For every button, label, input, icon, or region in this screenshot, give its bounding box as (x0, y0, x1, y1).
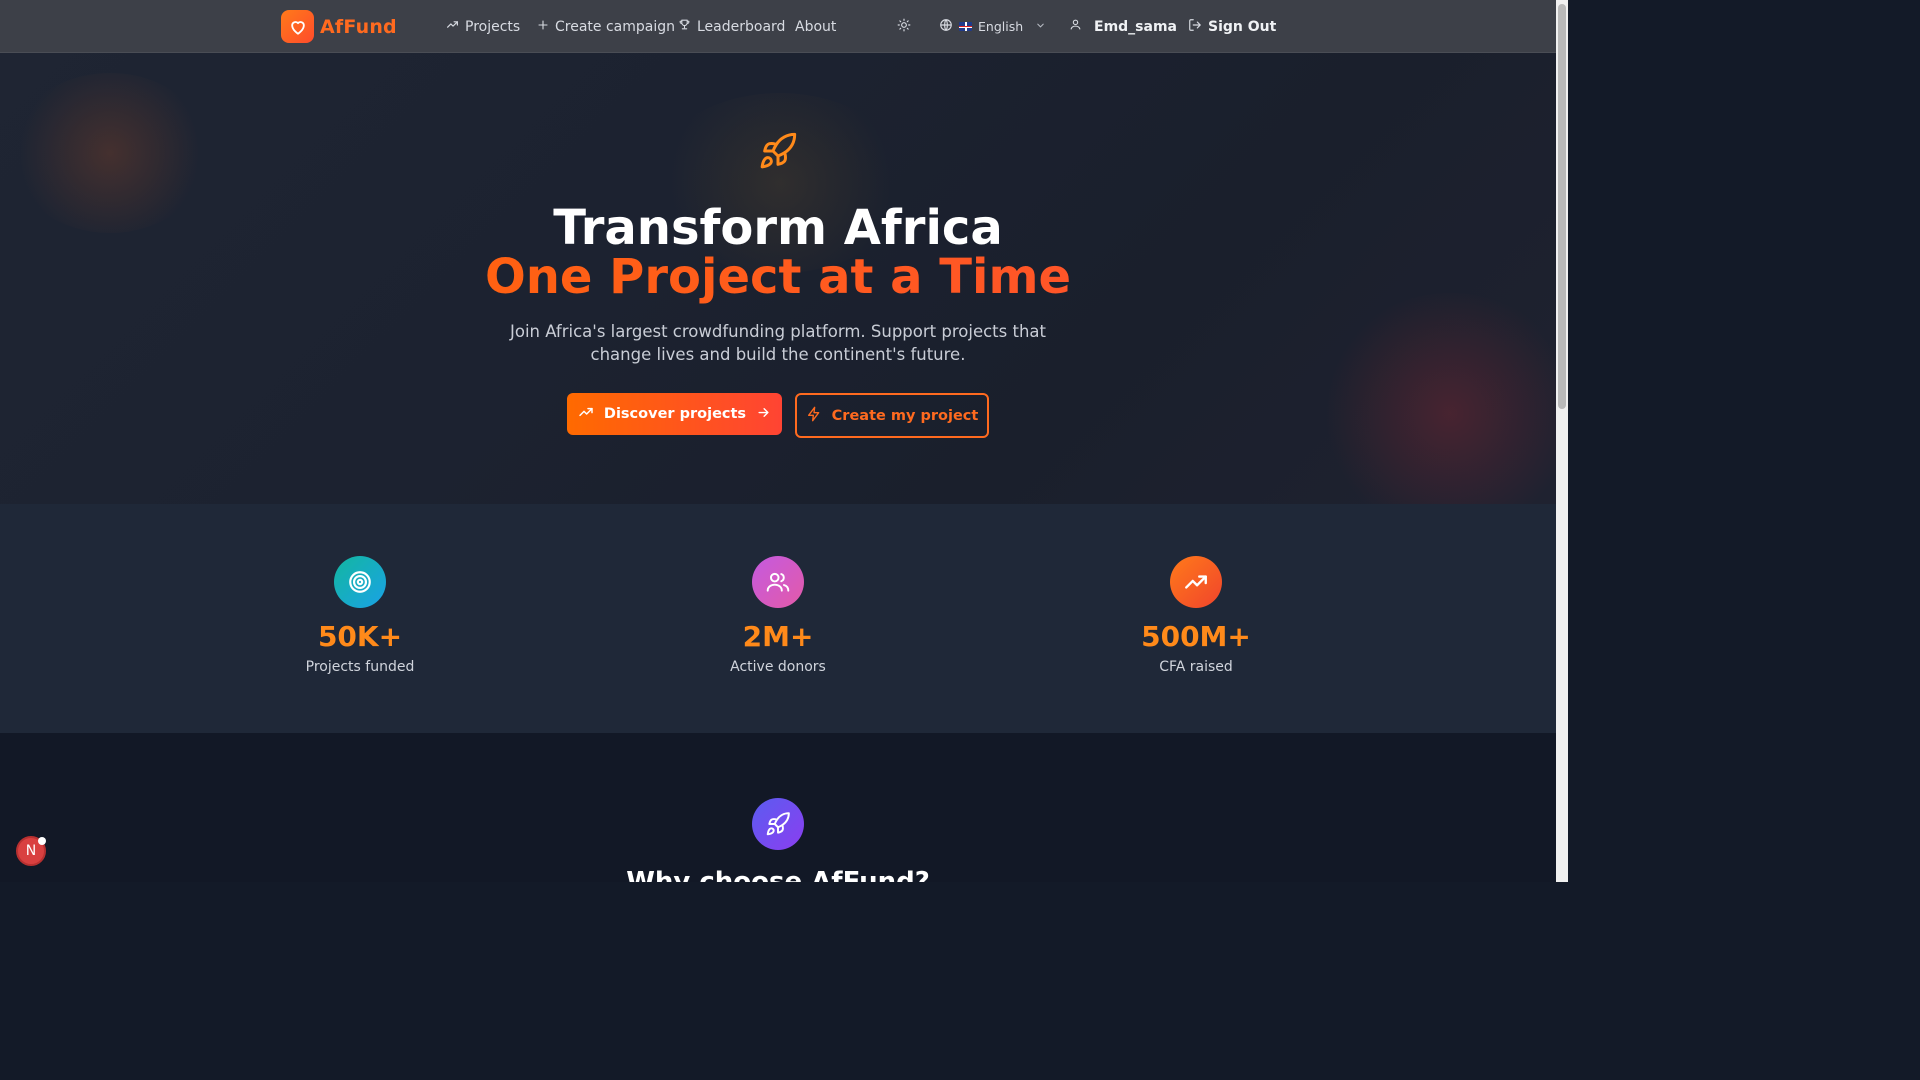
users-icon (752, 556, 804, 608)
stat-label: Projects funded (305, 659, 415, 675)
hero-glow (1320, 293, 1556, 504)
target-icon (334, 556, 386, 608)
discover-projects-label: Discover projects (603, 406, 747, 422)
brand-name: AfFund (320, 15, 397, 38)
page-scrollbar[interactable] (1556, 0, 1568, 882)
lightning-icon (806, 406, 822, 426)
create-my-project-label: Create my project (831, 407, 979, 424)
sign-out-button[interactable]: Sign Out (1188, 0, 1276, 53)
rocket-icon (758, 131, 798, 175)
trending-up-icon (446, 18, 459, 35)
scrollbar-thumb[interactable] (1558, 4, 1566, 409)
create-my-project-button[interactable]: Create my project (795, 393, 989, 438)
top-navbar: AfFund Projects Create campaign Leaderbo… (0, 0, 1556, 53)
theme-toggle-button[interactable] (897, 0, 911, 53)
why-title: Why choose AfFund? (626, 867, 930, 882)
hero-title-highlight: One Project at a Time (0, 249, 1556, 305)
globe-icon (939, 18, 953, 35)
rocket-icon (752, 798, 804, 850)
logout-icon (1188, 18, 1202, 36)
chevron-down-icon (1035, 19, 1046, 34)
nav-about-label: About (795, 18, 837, 35)
nav-leaderboard-label: Leaderboard (697, 18, 786, 35)
notification-dot (38, 837, 46, 845)
uk-flag-icon (959, 22, 972, 31)
language-label: English (978, 19, 1024, 34)
discover-projects-button[interactable]: Discover projects (567, 393, 782, 435)
nav-create-campaign-label: Create campaign (555, 18, 675, 35)
stat-value: 50K+ (317, 620, 403, 653)
hero-title: Transform Africa (553, 200, 1003, 256)
stat-active-donors: 2M+ Active donors (678, 556, 878, 675)
stat-projects-funded: 50K+ Projects funded (260, 556, 460, 675)
why-section: Why choose AfFund? (0, 733, 1556, 882)
heart-icon (281, 10, 314, 43)
nav-leaderboard[interactable]: Leaderboard (678, 0, 785, 53)
nav-create-campaign[interactable]: Create campaign (537, 0, 675, 53)
stat-cfa-raised: 500M+ CFA raised (1096, 556, 1296, 675)
sign-out-label: Sign Out (1208, 18, 1277, 35)
username-label: Emd_sama (1094, 18, 1177, 35)
language-selector[interactable]: English (939, 0, 1046, 53)
trending-up-icon (578, 404, 594, 424)
user-icon (1069, 18, 1082, 35)
hero-subtitle: Join Africa's largest crowdfunding platf… (509, 322, 1046, 364)
nav-projects[interactable]: Projects (446, 0, 520, 53)
arrow-right-icon (756, 405, 771, 424)
sun-icon (897, 18, 911, 36)
brand-logo[interactable]: AfFund (281, 0, 397, 53)
stat-value: 2M+ (742, 620, 814, 653)
hero-section: Transform Africa One Project at a Time J… (0, 53, 1556, 504)
stat-label: CFA raised (1159, 659, 1233, 675)
stats-section: 50K+ Projects funded 2M+ Active donors 5… (0, 504, 1556, 733)
trophy-icon (678, 18, 691, 35)
stat-value: 500M+ (1141, 620, 1251, 653)
nav-about[interactable]: About (795, 0, 836, 53)
user-profile-link[interactable]: Emd_sama (1069, 0, 1177, 53)
stat-label: Active donors (730, 659, 826, 675)
nav-projects-label: Projects (465, 18, 521, 35)
plus-icon (537, 19, 549, 35)
trending-up-icon (1170, 556, 1222, 608)
